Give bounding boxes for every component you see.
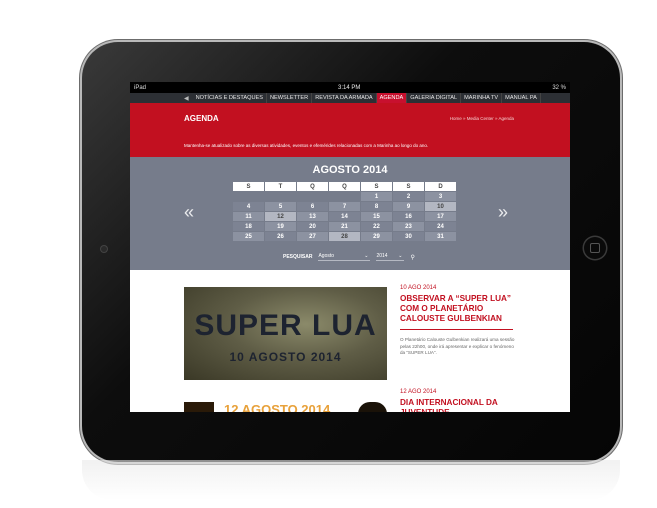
nav-item-marinha-tv[interactable]: MARINHA TV (461, 93, 503, 103)
image-text-date: 10 AGOSTO 2014 (229, 350, 342, 364)
camera-icon (101, 246, 107, 252)
calendar-day[interactable]: 29 (361, 232, 392, 241)
nav-left-arrow-icon[interactable]: ◀ (184, 95, 189, 102)
calendar-day[interactable]: 24 (425, 222, 456, 231)
nav-item-revista[interactable]: REVISTA DA ARMADA (312, 93, 377, 103)
calendar-week: 123 (233, 192, 456, 201)
calendar-day[interactable]: 21 (329, 222, 360, 231)
calendar-day[interactable]: 25 (233, 232, 264, 241)
chevron-down-icon: ⌄ (398, 253, 403, 259)
calendar-day[interactable]: 6 (297, 202, 328, 211)
image-dark-right (358, 402, 387, 412)
status-bar: iPad 3:14 PM 32 % (130, 82, 570, 93)
calendar-day[interactable]: 9 (393, 202, 424, 211)
nav-item-newsletter[interactable]: NEWSLETTER (267, 93, 313, 103)
calendar-grid: STQQSSD 1 2 3 4 5 6 7 8 9 10 11 12 13 14 15 16 17 18 19 20 2… (232, 181, 457, 242)
calendar-day[interactable]: 17 (425, 212, 456, 221)
calendar-month-title: AGOSTO 2014 (312, 164, 388, 176)
weekday-header: Q (297, 182, 328, 191)
month-select[interactable]: Agosto ⌄ (318, 253, 371, 261)
month-select-value: Agosto (318, 253, 335, 259)
page-title: AGENDA (184, 114, 219, 123)
calendar-day[interactable]: 5 (265, 202, 296, 211)
weekday-header: S (361, 182, 392, 191)
calendar-day[interactable]: 22 (361, 222, 392, 231)
calendar-day[interactable]: 31 (425, 232, 456, 241)
article-title[interactable]: DIA INTERNACIONAL DA JUVENTUDE (400, 398, 520, 412)
article-image-super-lua[interactable]: SUPER LUA 10 AGOSTO 2014 (184, 287, 387, 380)
calendar-day[interactable]: 23 (393, 222, 424, 231)
year-select-value: 2014 (376, 253, 388, 259)
image-text-date: 12 AGOSTO 2014 (224, 402, 331, 412)
calendar-day[interactable]: 20 (297, 222, 328, 231)
calendar-day[interactable]: 13 (297, 212, 328, 221)
calendar-week: 25 26 27 28 29 30 31 (233, 232, 456, 241)
calendar-day[interactable]: 28 (329, 232, 360, 241)
search-label: PESQUISAR (283, 254, 313, 260)
next-month-icon[interactable]: » (498, 202, 508, 223)
calendar-day[interactable]: 2 (393, 192, 424, 201)
page-description: Mantenha-se atualizado sobre as diversas… (184, 143, 429, 148)
calendar-week: 11 12 13 14 15 16 17 (233, 212, 456, 221)
calendar-day[interactable]: 1 (361, 192, 392, 201)
chevron-down-icon: ⌄ (364, 253, 369, 259)
calendar-day[interactable]: 27 (297, 232, 328, 241)
article-date: 12 AGO 2014 (400, 389, 437, 395)
main-nav: ◀ NOTÍCIAS E DESTAQUES NEWSLETTER REVIST… (130, 93, 570, 103)
article-divider (400, 329, 513, 330)
article-image-juventude[interactable]: 12 AGOSTO 2014 (184, 402, 387, 412)
calendar-section: AGOSTO 2014 « » STQQSSD 1 2 3 4 5 6 7 8 9 10 11 12 1… (130, 157, 570, 270)
weekday-header: Q (329, 182, 360, 191)
nav-item-manual[interactable]: MANUAL PA (502, 93, 541, 103)
calendar-day (297, 192, 328, 201)
weekday-header: T (265, 182, 296, 191)
calendar-week: 4 5 6 7 8 9 10 (233, 202, 456, 211)
image-text-main: SUPER LUA (194, 309, 377, 342)
calendar-day[interactable]: 12 (265, 212, 296, 221)
weekday-header: S (393, 182, 424, 191)
ipad-reflection (82, 460, 620, 500)
calendar-day[interactable]: 30 (393, 232, 424, 241)
article-date: 10 AGO 2014 (400, 285, 437, 291)
ipad-screen: iPad 3:14 PM 32 % ◀ NOTÍCIAS E DESTAQUES… (130, 82, 570, 412)
calendar-day[interactable]: 14 (329, 212, 360, 221)
battery-level: 32 % (552, 84, 566, 91)
search-icon[interactable]: ⚲ (410, 254, 414, 261)
breadcrumb[interactable]: Home » Media Center » Agenda (450, 116, 514, 121)
nav-item-noticias[interactable]: NOTÍCIAS E DESTAQUES (193, 93, 267, 103)
calendar-day[interactable]: 15 (361, 212, 392, 221)
nav-item-agenda[interactable]: AGENDA (376, 93, 408, 103)
article-summary: O Planetário Calouste Gulbenkian realiza… (400, 337, 515, 355)
calendar-day (329, 192, 360, 201)
calendar-day[interactable]: 8 (361, 202, 392, 211)
clock: 3:14 PM (337, 84, 361, 91)
page-header: AGENDA Home » Media Center » Agenda Mant… (130, 103, 570, 161)
carrier-label: iPad (134, 84, 147, 91)
calendar-day[interactable]: 7 (329, 202, 360, 211)
calendar-day[interactable]: 10 (425, 202, 456, 211)
weekday-header: D (425, 182, 456, 191)
prev-month-icon[interactable]: « (184, 202, 194, 223)
home-button[interactable] (584, 237, 606, 259)
article-title[interactable]: OBSERVAR A “SUPER LUA” COM O PLANETÁRIO … (400, 294, 520, 324)
year-select[interactable]: 2014 ⌄ (376, 253, 405, 261)
calendar-day (233, 192, 264, 201)
calendar-day[interactable]: 19 (265, 222, 296, 231)
calendar-day[interactable]: 18 (233, 222, 264, 231)
calendar-day (265, 192, 296, 201)
calendar-search: PESQUISAR Agosto ⌄ 2014 ⌄ ⚲ (283, 253, 415, 261)
weekday-header: S (233, 182, 264, 191)
image-dark-left (184, 402, 214, 412)
calendar-day[interactable]: 11 (233, 212, 264, 221)
calendar-week: 18 19 20 21 22 23 24 (233, 222, 456, 231)
calendar-day[interactable]: 4 (233, 202, 264, 211)
calendar-day[interactable]: 26 (265, 232, 296, 241)
calendar-day[interactable]: 3 (425, 192, 456, 201)
nav-item-galeria[interactable]: GALERIA DIGITAL (407, 93, 462, 103)
agenda-list: SUPER LUA 10 AGOSTO 2014 10 AGO 2014 OBS… (130, 282, 570, 412)
calendar-day[interactable]: 16 (393, 212, 424, 221)
